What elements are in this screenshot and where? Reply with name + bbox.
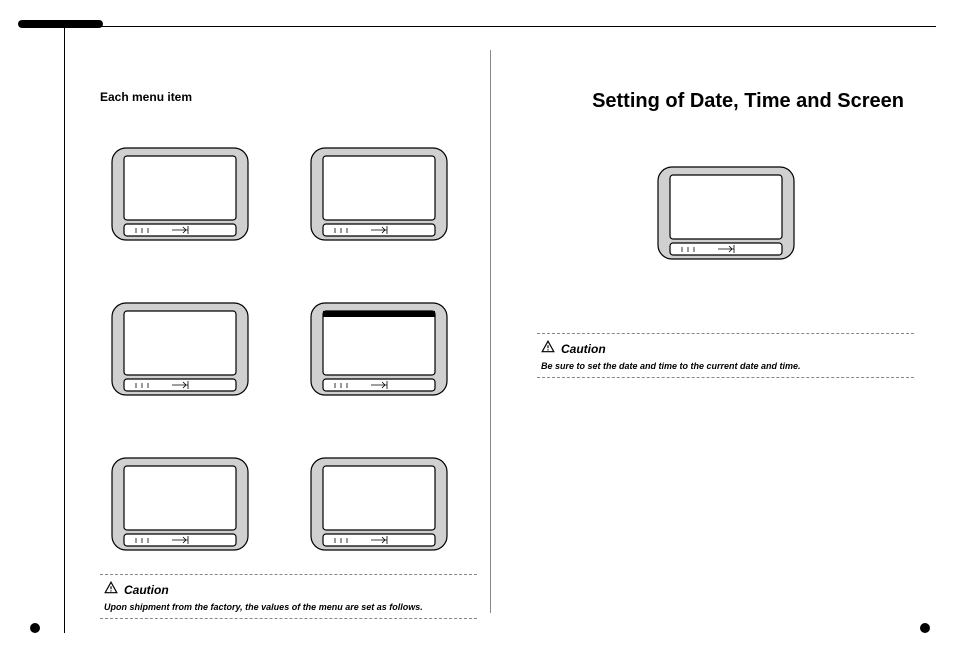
menu-screen-4 bbox=[309, 299, 449, 399]
header-rule bbox=[100, 26, 936, 27]
page-dot-right bbox=[920, 623, 930, 633]
caution-label: Caution bbox=[124, 583, 169, 597]
caution-text: Be sure to set the date and time to the … bbox=[541, 361, 910, 371]
caution-heading: Caution bbox=[104, 581, 473, 598]
menu-screen-6 bbox=[309, 454, 449, 554]
right-column: Setting of Date, Time and Screen Caution… bbox=[527, 50, 924, 633]
menu-screen-2 bbox=[309, 144, 449, 244]
screen-single-wrap bbox=[537, 143, 914, 313]
menu-screen-5 bbox=[110, 454, 250, 554]
margin-rule bbox=[64, 26, 65, 633]
datetime-screen bbox=[656, 163, 796, 263]
caution-box-left: Caution Upon shipment from the factory, … bbox=[100, 574, 477, 619]
warning-icon bbox=[541, 340, 555, 357]
page-dot-left bbox=[30, 623, 40, 633]
menu-screen-3 bbox=[110, 299, 250, 399]
caution-box-right: Caution Be sure to set the date and time… bbox=[537, 333, 914, 378]
screen-grid bbox=[100, 144, 477, 554]
section-title: Setting of Date, Time and Screen bbox=[537, 90, 914, 113]
caution-heading: Caution bbox=[541, 340, 910, 357]
left-column: Each menu item bbox=[90, 50, 487, 633]
header-accent-bar bbox=[18, 20, 103, 28]
warning-icon bbox=[104, 581, 118, 598]
menu-screen-1 bbox=[110, 144, 250, 244]
caution-label: Caution bbox=[561, 342, 606, 356]
caution-text: Upon shipment from the factory, the valu… bbox=[104, 602, 473, 612]
left-heading: Each menu item bbox=[100, 90, 477, 104]
page-columns: Each menu item bbox=[90, 50, 924, 633]
